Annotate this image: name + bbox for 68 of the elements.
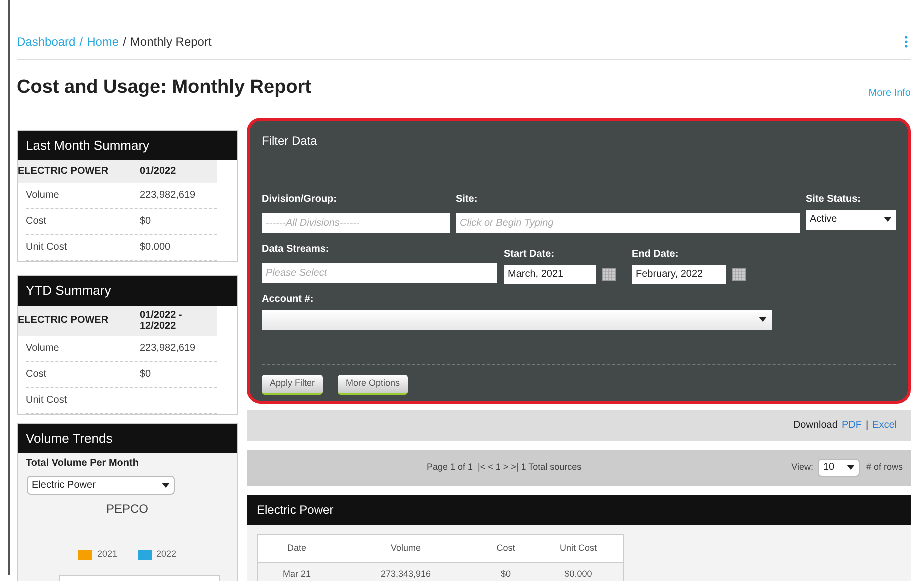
- caret-icon: [162, 483, 170, 488]
- row-value: 223,982,619: [140, 342, 196, 356]
- breadcrumb-current: Monthly Report: [130, 34, 212, 51]
- breadcrumb-separator: /: [123, 34, 126, 51]
- row-label: Cost: [26, 215, 48, 229]
- field-label: Account #:: [262, 292, 315, 306]
- table-cell-text: 273,343,916: [380, 568, 432, 581]
- column-header: ELECTRIC POWER: [18, 314, 110, 328]
- account-select[interactable]: [262, 310, 772, 330]
- column-header: 01/2022: [140, 166, 178, 177]
- row-label: Unit Cost: [26, 241, 68, 255]
- field-label: Start Date:: [504, 248, 556, 262]
- chart-title: PEPCO: [105, 501, 150, 518]
- start-date-field[interactable]: March, 2021: [504, 264, 596, 284]
- row-value: $0: [140, 368, 152, 382]
- field-label: End Date:: [632, 248, 680, 262]
- column-header: Date: [286, 542, 308, 554]
- table-cell-text: $0: [500, 568, 512, 581]
- column-header: 01/2022 - 12/2022: [140, 310, 184, 332]
- caret-icon: [884, 217, 892, 222]
- filter-title: Filter Data: [262, 132, 318, 150]
- field-label: Site Status:: [806, 192, 862, 206]
- calendar-icon[interactable]: [602, 268, 616, 280]
- page-title: Cost and Usage: Monthly Report: [17, 76, 312, 100]
- data-streams-field[interactable]: Please Select: [262, 263, 497, 283]
- site-field[interactable]: Click or Begin Typing: [456, 213, 800, 233]
- panel-title: YTD Summary: [18, 276, 237, 306]
- caret-icon: [847, 465, 856, 470]
- panel-title: Electric Power: [247, 494, 911, 524]
- field-label: Site:: [456, 192, 479, 206]
- field-label: Division/Group:: [262, 192, 338, 206]
- series-select[interactable]: Electric Power: [27, 476, 175, 495]
- row-label: Unit Cost: [26, 394, 68, 408]
- kebab-menu-icon[interactable]: [905, 36, 908, 48]
- division-field[interactable]: ------All Divisions------: [262, 213, 450, 233]
- chart-subtitle: Total Volume Per Month: [25, 457, 140, 471]
- site-status-select[interactable]: Active: [806, 210, 896, 230]
- rows-select[interactable]: 10: [818, 458, 860, 476]
- filter-button[interactable]: More Options: [338, 374, 408, 394]
- panel-title: Last Month Summary: [18, 130, 237, 160]
- filter-button[interactable]: Apply Filter: [262, 374, 324, 394]
- legend-label: 2021: [97, 548, 118, 561]
- row-value: $0: [140, 215, 152, 229]
- download-link[interactable]: Excel: [872, 418, 897, 432]
- table-cell-text: Mar 21: [282, 568, 312, 581]
- field-label: Data Streams:: [262, 242, 330, 256]
- pager-text: Page 1 of 1 |< < 1 > >| 1 Total sources: [427, 460, 582, 474]
- breadcrumb-separator: /: [80, 34, 84, 51]
- column-header: Unit Cost: [558, 542, 598, 554]
- column-header: Volume: [390, 542, 422, 554]
- column-header: ELECTRIC POWER: [18, 165, 110, 179]
- row-value: 223,982,619: [140, 189, 196, 203]
- table-cell-text: $0.000: [564, 568, 594, 581]
- row-label: Cost: [26, 368, 48, 382]
- download-link[interactable]: PDF: [842, 418, 862, 432]
- column-header: Cost: [496, 542, 516, 554]
- row-value: $0.000: [140, 241, 171, 255]
- view-label: View:: [792, 460, 814, 474]
- link-separator: |: [866, 418, 869, 432]
- row-label: Volume: [26, 189, 60, 203]
- panel-title: Volume Trends: [18, 424, 237, 453]
- end-date-field[interactable]: February, 2022: [632, 264, 726, 284]
- caret-icon: [759, 317, 767, 322]
- calendar-icon[interactable]: [732, 268, 746, 280]
- rows-label: # of rows: [866, 460, 903, 474]
- download-label: Download: [793, 418, 838, 432]
- legend-label: 2022: [156, 548, 177, 561]
- row-label: Volume: [26, 342, 60, 356]
